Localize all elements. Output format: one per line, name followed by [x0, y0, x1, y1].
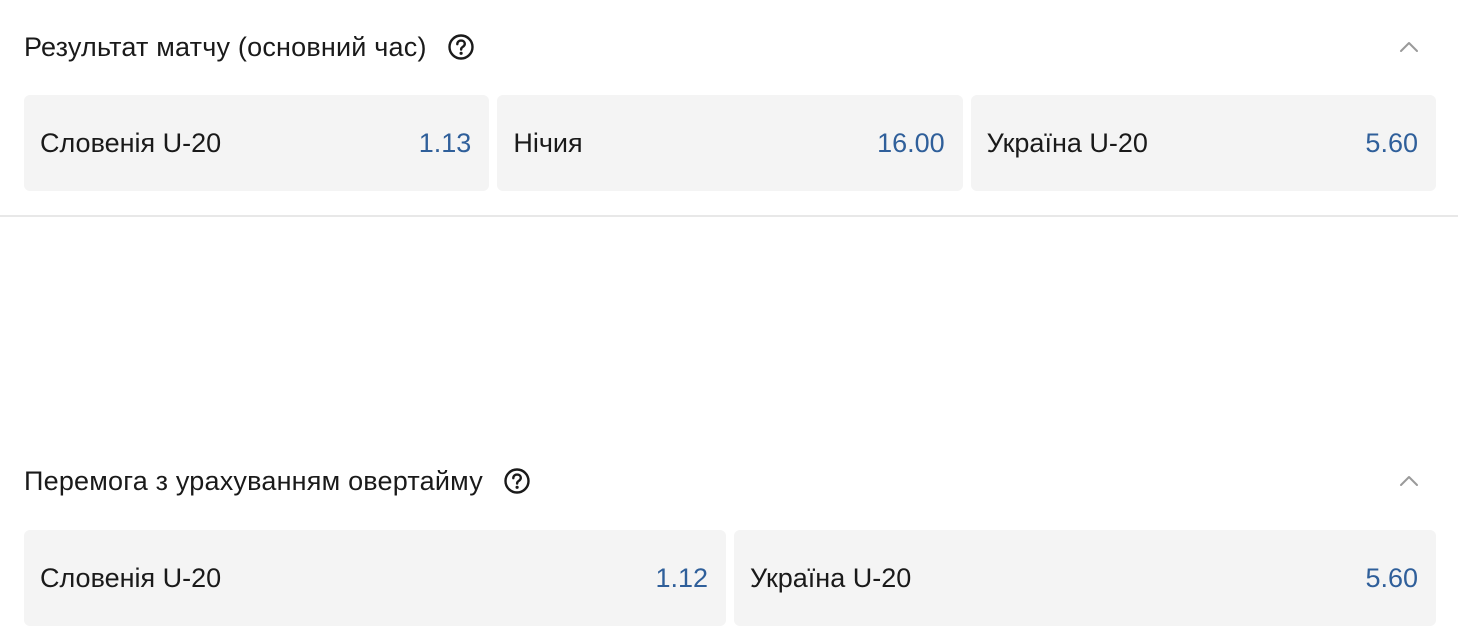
outcome-draw[interactable]: Нічия 16.00 [497, 95, 963, 191]
outcome-list: Словенія U-20 1.13 Нічия 16.00 Україна U… [24, 95, 1436, 191]
chevron-up-icon[interactable] [1398, 470, 1420, 492]
outcome-odds: 1.12 [655, 562, 708, 593]
question-circle-icon[interactable] [447, 33, 475, 61]
outcome-slovenia-u20[interactable]: Словенія U-20 1.12 [24, 530, 726, 626]
outcome-label: Нічия [513, 127, 583, 158]
outcome-ukraine-u20[interactable]: Україна U-20 5.60 [970, 95, 1436, 191]
market-title: Перемога з урахуванням овертайму [24, 465, 483, 496]
outcome-label: Словенія U-20 [40, 127, 222, 158]
outcome-list: Словенія U-20 1.12 Україна U-20 5.60 [24, 530, 1436, 626]
question-circle-icon[interactable] [503, 467, 531, 495]
outcome-label: Україна U-20 [750, 562, 912, 593]
outcome-odds: 16.00 [877, 127, 945, 158]
market-win-incl-overtime: Перемога з урахуванням овертайму Словені… [0, 216, 1458, 626]
market-match-result: Результат матчу (основний час) Словенія … [0, 0, 1458, 216]
chevron-up-icon[interactable] [1398, 36, 1420, 58]
outcome-ukraine-u20[interactable]: Україна U-20 5.60 [734, 530, 1436, 626]
outcome-odds: 1.13 [418, 127, 472, 158]
outcome-odds: 5.60 [1365, 127, 1418, 158]
outcome-slovenia-u20[interactable]: Словенія U-20 1.13 [24, 95, 490, 191]
outcome-label: Словенія U-20 [40, 562, 222, 593]
market-header[interactable]: Перемога з урахуванням овертайму [24, 460, 1434, 502]
outcome-odds: 5.60 [1365, 562, 1418, 593]
market-title: Результат матчу (основний час) [24, 31, 427, 62]
market-header[interactable]: Результат матчу (основний час) [24, 26, 1434, 68]
outcome-label: Україна U-20 [986, 127, 1148, 158]
